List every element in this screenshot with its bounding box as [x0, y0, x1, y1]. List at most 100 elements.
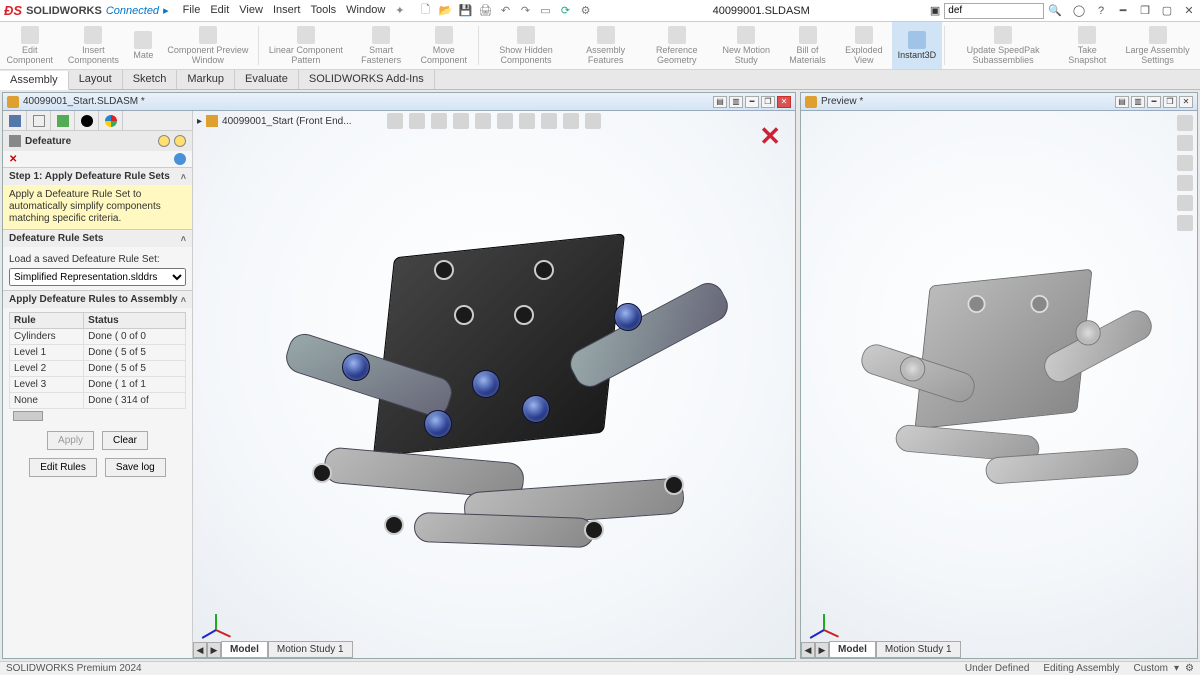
- doc-minimize-icon[interactable]: ━: [745, 96, 759, 108]
- resources-icon[interactable]: [1177, 115, 1193, 131]
- ribbon-assembly-features[interactable]: Assembly Features: [571, 22, 640, 69]
- viewport-preview[interactable]: ◀ ▶ Model Motion Study 1: [801, 111, 1197, 658]
- design-library-icon[interactable]: [1177, 135, 1193, 151]
- doc-viewport1-icon[interactable]: ▤: [713, 96, 727, 108]
- step1-header[interactable]: Step 1: Apply Defeature Rule Sets˄: [3, 168, 192, 185]
- doc-viewport2-icon[interactable]: ▥: [729, 96, 743, 108]
- tab-model[interactable]: Model: [221, 641, 268, 658]
- tab-model[interactable]: Model: [829, 641, 876, 658]
- ribbon-reference-geometry[interactable]: Reference Geometry: [640, 22, 713, 69]
- open-icon[interactable]: 📂: [439, 4, 453, 18]
- restore-icon[interactable]: ❐: [1138, 4, 1152, 18]
- appearances-icon[interactable]: [1177, 195, 1193, 211]
- hide-show-icon[interactable]: [519, 113, 535, 129]
- ribbon-edit-component[interactable]: Edit Component: [0, 22, 59, 69]
- minimize-icon[interactable]: ━: [1116, 4, 1130, 18]
- rulesets-header[interactable]: Defeature Rule Sets˄: [3, 230, 192, 247]
- dimxpert-tab[interactable]: [75, 111, 99, 130]
- tab-assembly[interactable]: Assembly: [0, 71, 69, 90]
- cancel-icon[interactable]: ✕: [9, 154, 17, 165]
- tab-markup[interactable]: Markup: [177, 70, 235, 89]
- orientation-triad[interactable]: [809, 600, 839, 630]
- options-icon[interactable]: ⚙: [579, 4, 593, 18]
- maximize-icon[interactable]: ▢: [1160, 4, 1174, 18]
- ribbon-show-hidden[interactable]: Show Hidden Components: [481, 22, 572, 69]
- next-step-icon[interactable]: [174, 153, 186, 165]
- search-icon[interactable]: 🔍: [1048, 4, 1062, 17]
- document-preview-title-bar[interactable]: Preview * ▤ ▥ ━ ❐ ✕: [801, 93, 1197, 111]
- edit-rules-button[interactable]: Edit Rules: [29, 458, 97, 477]
- save-log-button[interactable]: Save log: [105, 458, 166, 477]
- doc-viewport2-icon[interactable]: ▥: [1131, 96, 1145, 108]
- tab-evaluate[interactable]: Evaluate: [235, 70, 299, 89]
- appearance-icon[interactable]: [541, 113, 557, 129]
- col-rule[interactable]: Rule: [10, 313, 84, 329]
- ribbon-mate[interactable]: Mate: [127, 22, 159, 69]
- tab-scroll-right-icon[interactable]: ▶: [207, 642, 221, 658]
- redo-icon[interactable]: ↷: [519, 4, 533, 18]
- config-manager-tab[interactable]: [51, 111, 75, 130]
- breadcrumb[interactable]: ▸40099001_Start (Front End...: [197, 115, 352, 127]
- orientation-triad[interactable]: [201, 600, 231, 630]
- ribbon-insert-components[interactable]: Insert Components: [59, 22, 127, 69]
- ribbon-instant3d[interactable]: Instant3D: [892, 22, 943, 69]
- property-manager-tab[interactable]: [27, 111, 51, 130]
- pin-bubble-icon[interactable]: [174, 135, 186, 147]
- doc-close-icon[interactable]: ✕: [777, 96, 791, 108]
- viewport-main[interactable]: ▸40099001_Start (Front End... ✕: [193, 111, 795, 658]
- doc-restore-icon[interactable]: ❐: [761, 96, 775, 108]
- ribbon-exploded-view[interactable]: Exploded View: [836, 22, 892, 69]
- ribbon-large-assembly[interactable]: Large Assembly Settings: [1115, 22, 1200, 69]
- rebuild-icon[interactable]: ⟳: [559, 4, 573, 18]
- menu-edit[interactable]: Edit: [210, 4, 229, 17]
- tab-scroll-right-icon[interactable]: ▶: [815, 642, 829, 658]
- view-settings-icon[interactable]: [585, 113, 601, 129]
- select-icon[interactable]: ▭: [539, 4, 553, 18]
- rulesets-combo[interactable]: Simplified Representation.slddrs: [9, 268, 186, 286]
- status-units-icon[interactable]: ▾: [1174, 663, 1179, 674]
- viewport-close-icon[interactable]: ✕: [759, 121, 781, 152]
- doc-close-icon[interactable]: ✕: [1179, 96, 1193, 108]
- user-icon[interactable]: ◯: [1072, 4, 1086, 18]
- status-gear-icon[interactable]: ⚙: [1185, 663, 1194, 674]
- help-bubble-icon[interactable]: [158, 135, 170, 147]
- menu-window[interactable]: Window: [346, 4, 385, 17]
- doc-restore-icon[interactable]: ❐: [1163, 96, 1177, 108]
- custom-props-icon[interactable]: [1177, 215, 1193, 231]
- menu-view[interactable]: View: [239, 4, 263, 17]
- tab-scroll-left-icon[interactable]: ◀: [801, 642, 815, 658]
- menu-tools[interactable]: Tools: [310, 4, 336, 17]
- ribbon-snapshot[interactable]: Take Snapshot: [1059, 22, 1115, 69]
- ribbon-motion-study[interactable]: New Motion Study: [713, 22, 779, 69]
- ribbon-move-component[interactable]: Move Component: [412, 22, 476, 69]
- file-explorer-icon[interactable]: [1177, 155, 1193, 171]
- display-manager-tab[interactable]: [99, 111, 123, 130]
- ribbon-speedpak[interactable]: Update SpeedPak Subassemblies: [947, 22, 1059, 69]
- document-main-title-bar[interactable]: 40099001_Start.SLDASM * ▤ ▥ ━ ❐ ✕: [3, 93, 795, 111]
- tab-motion-study[interactable]: Motion Study 1: [876, 641, 961, 658]
- clear-button[interactable]: Clear: [102, 431, 148, 450]
- save-icon[interactable]: 💾: [459, 4, 473, 18]
- apply-button[interactable]: Apply: [47, 431, 94, 450]
- ribbon-smart-fasteners[interactable]: Smart Fasteners: [351, 22, 412, 69]
- prev-view-icon[interactable]: [431, 113, 447, 129]
- search-input[interactable]: [944, 3, 1044, 19]
- undo-icon[interactable]: ↶: [499, 4, 513, 18]
- section-view-icon[interactable]: [453, 113, 469, 129]
- ribbon-component-preview[interactable]: Component Preview Window: [159, 22, 256, 69]
- feature-manager-tab[interactable]: [3, 111, 27, 130]
- rules-hscroll[interactable]: [9, 409, 186, 423]
- help-icon[interactable]: ?: [1094, 4, 1108, 18]
- menu-insert[interactable]: Insert: [273, 4, 301, 17]
- col-status[interactable]: Status: [84, 313, 186, 329]
- view-orient-icon[interactable]: [475, 113, 491, 129]
- scene-icon[interactable]: [563, 113, 579, 129]
- tab-motion-study[interactable]: Motion Study 1: [268, 641, 353, 658]
- doc-viewport1-icon[interactable]: ▤: [1115, 96, 1129, 108]
- tab-sketch[interactable]: Sketch: [123, 70, 178, 89]
- display-style-icon[interactable]: [497, 113, 513, 129]
- expand-icon[interactable]: ▸: [163, 4, 169, 17]
- ribbon-linear-pattern[interactable]: Linear Component Pattern: [261, 22, 351, 69]
- menu-pin-icon[interactable]: ✦: [395, 4, 404, 17]
- close-icon[interactable]: ✕: [1182, 4, 1196, 18]
